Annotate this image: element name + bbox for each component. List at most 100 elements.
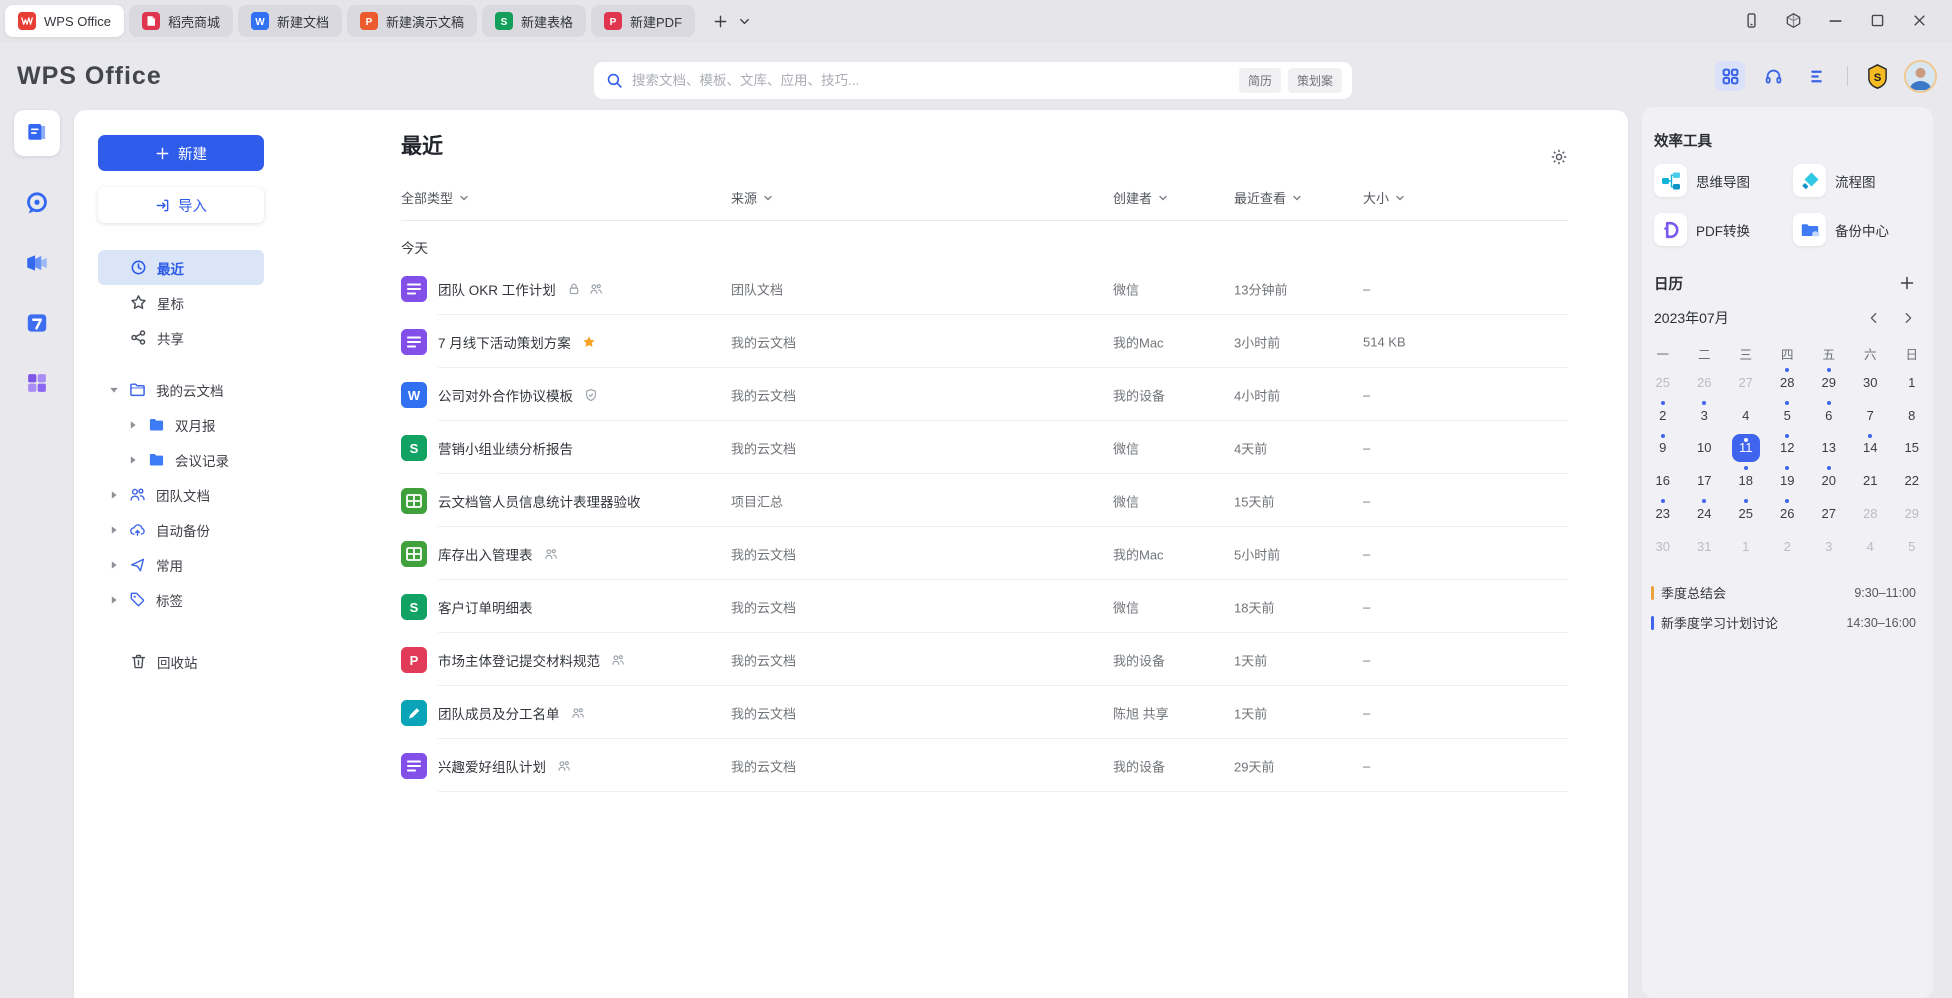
maximize-button[interactable]: [1868, 12, 1886, 30]
add-event-button[interactable]: [1898, 275, 1916, 293]
filter-1[interactable]: 全部类型: [401, 188, 470, 207]
calendar-day[interactable]: 7: [1850, 399, 1892, 432]
calendar-day[interactable]: 15: [1891, 432, 1933, 465]
calendar-day[interactable]: 17: [1684, 464, 1726, 497]
calendar-day[interactable]: 31: [1684, 530, 1726, 563]
caret-right-icon[interactable]: [126, 453, 140, 467]
file-row[interactable]: W公司对外合作协议模板我的云文档我的设备4小时前–: [401, 368, 1568, 421]
user-avatar[interactable]: [1904, 60, 1937, 93]
filter-5[interactable]: 大小: [1363, 188, 1406, 207]
sidebar-tree-item-5[interactable]: 常用: [98, 547, 264, 582]
filter-3[interactable]: 创建者: [1113, 188, 1169, 207]
new-tab-button[interactable]: [709, 10, 731, 32]
calendar-day[interactable]: 26: [1767, 497, 1809, 530]
sidebar-tree-item-0[interactable]: 我的云文档: [98, 372, 264, 407]
list-settings-button[interactable]: [1550, 148, 1568, 166]
calendar-day[interactable]: 6: [1808, 399, 1850, 432]
calendar-day[interactable]: 27: [1725, 366, 1767, 399]
calendar-day[interactable]: 10: [1684, 432, 1726, 465]
sidebar-tree-item-2[interactable]: 会议记录: [98, 442, 264, 477]
calendar-day[interactable]: 23: [1642, 497, 1684, 530]
calendar-day[interactable]: 8: [1891, 399, 1933, 432]
calendar-day[interactable]: 2: [1767, 530, 1809, 563]
tool-mindmap[interactable]: 思维导图: [1654, 164, 1793, 197]
calendar-day[interactable]: 4: [1725, 399, 1767, 432]
mobile-button[interactable]: [1742, 12, 1760, 30]
calendar-day[interactable]: 21: [1850, 464, 1892, 497]
file-row[interactable]: 云文档管人员信息统计表理器验收项目汇总微信15天前–: [401, 474, 1568, 527]
calendar-day[interactable]: 28: [1850, 497, 1892, 530]
sidebar-tree-item-4[interactable]: 自动备份: [98, 512, 264, 547]
meeting-rail-item[interactable]: [24, 250, 50, 276]
calendar-day[interactable]: 14: [1850, 432, 1892, 465]
tool-pdf-convert[interactable]: PDF转换: [1654, 213, 1793, 246]
menu-lines-button[interactable]: [1801, 61, 1831, 91]
support-headset-button[interactable]: [1758, 61, 1788, 91]
minimize-button[interactable]: [1826, 12, 1844, 30]
calendar-day[interactable]: 30: [1642, 530, 1684, 563]
caret-right-icon[interactable]: [107, 558, 121, 572]
calendar-rail-item[interactable]: [24, 310, 50, 336]
file-row[interactable]: 库存出入管理表我的云文档我的Mac5小时前–: [401, 527, 1568, 580]
apps-rail-item[interactable]: [24, 370, 50, 396]
tab-document-3[interactable]: P新建演示文稿: [347, 5, 477, 37]
search-hot-tag[interactable]: 简历: [1239, 68, 1281, 93]
calendar-day[interactable]: 13: [1808, 432, 1850, 465]
calendar-day[interactable]: 25: [1725, 497, 1767, 530]
calendar-day[interactable]: 2: [1642, 399, 1684, 432]
close-button[interactable]: [1910, 12, 1928, 30]
caret-right-icon[interactable]: [107, 523, 121, 537]
calendar-day[interactable]: 28: [1767, 366, 1809, 399]
calendar-event[interactable]: 新季度学习计划讨论14:30–16:00: [1642, 608, 1933, 638]
file-row[interactable]: S营销小组业绩分析报告我的云文档微信4天前–: [401, 421, 1568, 474]
calendar-day[interactable]: 19: [1767, 464, 1809, 497]
file-row[interactable]: 兴趣爱好组队计划我的云文档我的设备29天前–: [401, 739, 1568, 792]
calendar-day[interactable]: 16: [1642, 464, 1684, 497]
import-button[interactable]: 导入: [98, 187, 264, 223]
calendar-day[interactable]: 9: [1642, 432, 1684, 465]
sidebar-item-trash[interactable]: 回收站: [98, 644, 264, 679]
sidebar-item-0[interactable]: 最近: [98, 250, 264, 285]
calendar-day[interactable]: 12: [1767, 432, 1809, 465]
caret-right-icon[interactable]: [107, 593, 121, 607]
new-document-button[interactable]: 新建: [98, 135, 264, 171]
calendar-day[interactable]: 24: [1684, 497, 1726, 530]
search-input[interactable]: [632, 73, 1239, 88]
file-row[interactable]: 团队成员及分工名单我的云文档陈旭 共享1天前–: [401, 686, 1568, 739]
file-row[interactable]: P市场主体登记提交材料规范我的云文档我的设备1天前–: [401, 633, 1568, 686]
calendar-day[interactable]: 1: [1891, 366, 1933, 399]
calendar-day[interactable]: 18: [1725, 464, 1767, 497]
tool-backup-center[interactable]: 备份中心: [1793, 213, 1921, 246]
prev-month-button[interactable]: [1867, 311, 1881, 325]
calendar-day[interactable]: 22: [1891, 464, 1933, 497]
calendar-day[interactable]: 26: [1684, 366, 1726, 399]
tab-document-4[interactable]: S新建表格: [482, 5, 586, 37]
file-row[interactable]: 7 月线下活动策划方案我的云文档我的Mac3小时前514 KB: [401, 315, 1568, 368]
sidebar-tree-item-1[interactable]: 双月报: [98, 407, 264, 442]
calendar-day[interactable]: 11: [1725, 432, 1767, 465]
calendar-day[interactable]: 3: [1684, 399, 1726, 432]
filter-4[interactable]: 最近查看: [1234, 188, 1303, 207]
workspace-button[interactable]: [1784, 12, 1802, 30]
calendar-day[interactable]: 1: [1725, 530, 1767, 563]
caret-right-icon[interactable]: [107, 488, 121, 502]
calendar-day[interactable]: 25: [1642, 366, 1684, 399]
member-badge-icon[interactable]: S: [1864, 63, 1891, 90]
calendar-day[interactable]: 5: [1767, 399, 1809, 432]
calendar-day[interactable]: 20: [1808, 464, 1850, 497]
tool-flowchart[interactable]: 流程图: [1793, 164, 1921, 197]
search-hot-tag[interactable]: 策划案: [1288, 68, 1342, 93]
apps-grid-button[interactable]: [1715, 61, 1745, 91]
filter-2[interactable]: 来源: [731, 188, 774, 207]
tab-document-5[interactable]: P新建PDF: [591, 5, 695, 37]
sidebar-item-2[interactable]: 共享: [98, 320, 264, 355]
next-month-button[interactable]: [1901, 311, 1915, 325]
calendar-day[interactable]: 29: [1891, 497, 1933, 530]
calendar-day[interactable]: 3: [1808, 530, 1850, 563]
sidebar-tree-item-3[interactable]: 团队文档: [98, 477, 264, 512]
chat-rail-item[interactable]: [24, 190, 50, 216]
file-row[interactable]: 团队 OKR 工作计划团队文档微信13分钟前–: [401, 262, 1568, 315]
calendar-day[interactable]: 27: [1808, 497, 1850, 530]
calendar-event[interactable]: 季度总结会9:30–11:00: [1642, 578, 1933, 608]
calendar-day[interactable]: 5: [1891, 530, 1933, 563]
